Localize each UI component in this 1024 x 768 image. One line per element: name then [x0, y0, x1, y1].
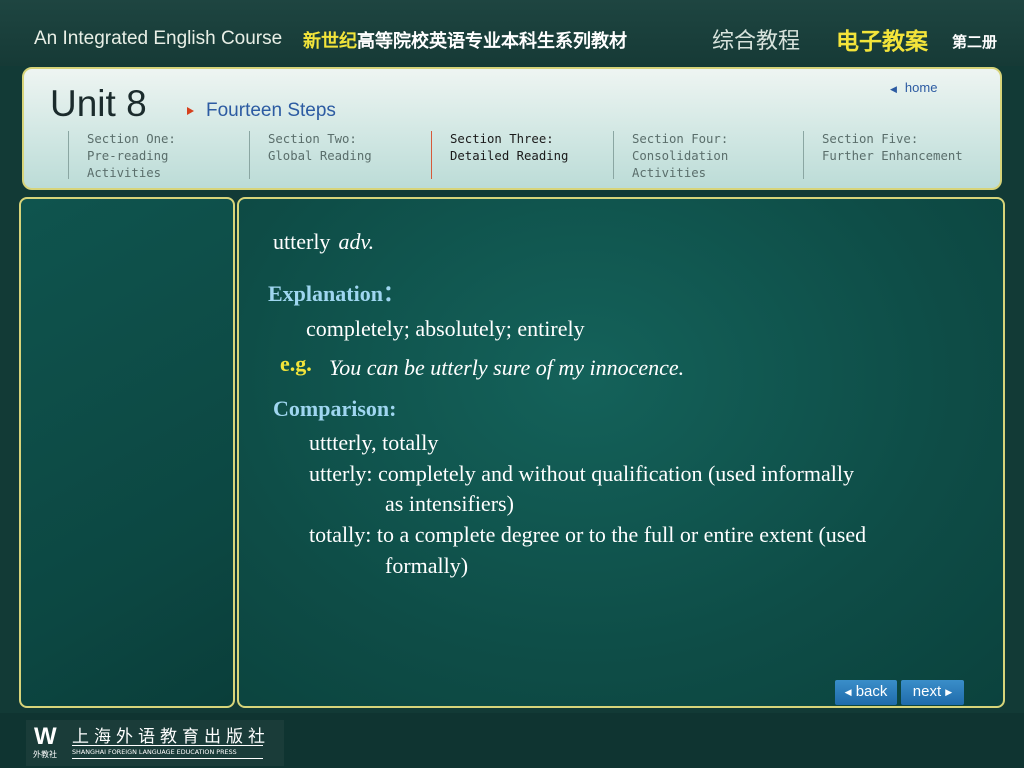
section-tab-three[interactable]: Section Three: Detailed Reading: [431, 131, 611, 179]
publisher-name-cn: 上海外语教育出版社: [72, 727, 270, 747]
part-of-speech: adv.: [338, 229, 375, 254]
right-triangle-icon: ▶: [945, 687, 953, 698]
publisher-logo-icon: W: [34, 723, 57, 750]
section-tab-two[interactable]: Section Two: Global Reading: [249, 131, 429, 179]
back-button[interactable]: ◀ back: [835, 680, 897, 705]
comparison-line: formally): [385, 553, 469, 578]
section-one-title: Section One:: [87, 132, 176, 146]
unit-title: Unit 8: [50, 83, 147, 124]
lesson-title: Fourteen Steps: [206, 100, 336, 121]
comparison-line: uttterly, totally: [309, 430, 439, 455]
example-sentence: You can be utterly sure of my innocence.: [329, 355, 685, 380]
explanation-heading: Explanation：: [268, 281, 405, 306]
unit-header-panel: Unit 8 Fourteen Steps ◀ home Section One:…: [22, 67, 1002, 190]
section-four-subtitle: Consolidation Activities: [632, 149, 729, 180]
lesson-arrow-icon: [187, 107, 194, 115]
section-three-subtitle: Detailed Reading: [450, 149, 569, 163]
left-triangle-icon: ◀: [844, 687, 852, 698]
course-series-highlight: 新世纪: [303, 31, 357, 52]
example-label: e.g.: [280, 351, 312, 376]
section-tab-four[interactable]: Section Four: Consolidation Activities: [613, 131, 801, 180]
section-five-subtitle: Further Enhancement: [822, 149, 963, 163]
section-tab-one[interactable]: Section One: Pre-reading Activities: [68, 131, 248, 180]
back-label: back: [855, 683, 888, 700]
next-button[interactable]: next ▶: [901, 680, 964, 705]
course-name-en: An Integrated English Course: [34, 28, 283, 49]
vocab-word: utterly adv.: [273, 229, 374, 255]
comparison-line: utterly: completely and without qualific…: [309, 461, 854, 486]
volume-label: 第二册: [952, 33, 998, 51]
left-triangle-icon: ◀: [890, 84, 897, 94]
section-five-title: Section Five:: [822, 132, 919, 146]
section-tab-five[interactable]: Section Five: Further Enhancement: [803, 131, 983, 179]
section-two-subtitle: Global Reading: [268, 149, 372, 163]
section-four-title: Section Four:: [632, 132, 729, 146]
publisher-name-en: SHANGHAI FOREIGN LANGUAGE EDUCATION PRES…: [72, 745, 263, 759]
comparison-line: as intensifiers): [385, 491, 514, 516]
course-series-rest: 高等院校英语专业本科生系列教材: [357, 31, 627, 52]
section-one-subtitle: Pre-reading Activities: [87, 149, 169, 180]
explanation-text: completely; absolutely; entirely: [306, 316, 585, 341]
publisher-logo-caption: 外教社: [33, 750, 57, 759]
content-panel: utterly adv. Explanation： completely; abs…: [237, 197, 1005, 708]
left-sidebar-panel: [19, 197, 235, 708]
comparison-line: totally: to a complete degree or to the …: [309, 522, 867, 547]
comparison-heading: Comparison:: [273, 396, 397, 421]
course-title-cn: 综合教程: [712, 29, 801, 54]
home-link[interactable]: ◀ home: [890, 80, 937, 95]
course-name-cn: 新世纪高等院校英语专业本科生系列教材: [303, 27, 627, 53]
next-label: next: [912, 683, 942, 700]
word-text: utterly: [273, 229, 331, 254]
section-three-title: Section Three:: [450, 132, 554, 146]
section-two-title: Section Two:: [268, 132, 357, 146]
home-label: home: [904, 80, 938, 95]
edition-label: 电子教案: [836, 29, 928, 55]
